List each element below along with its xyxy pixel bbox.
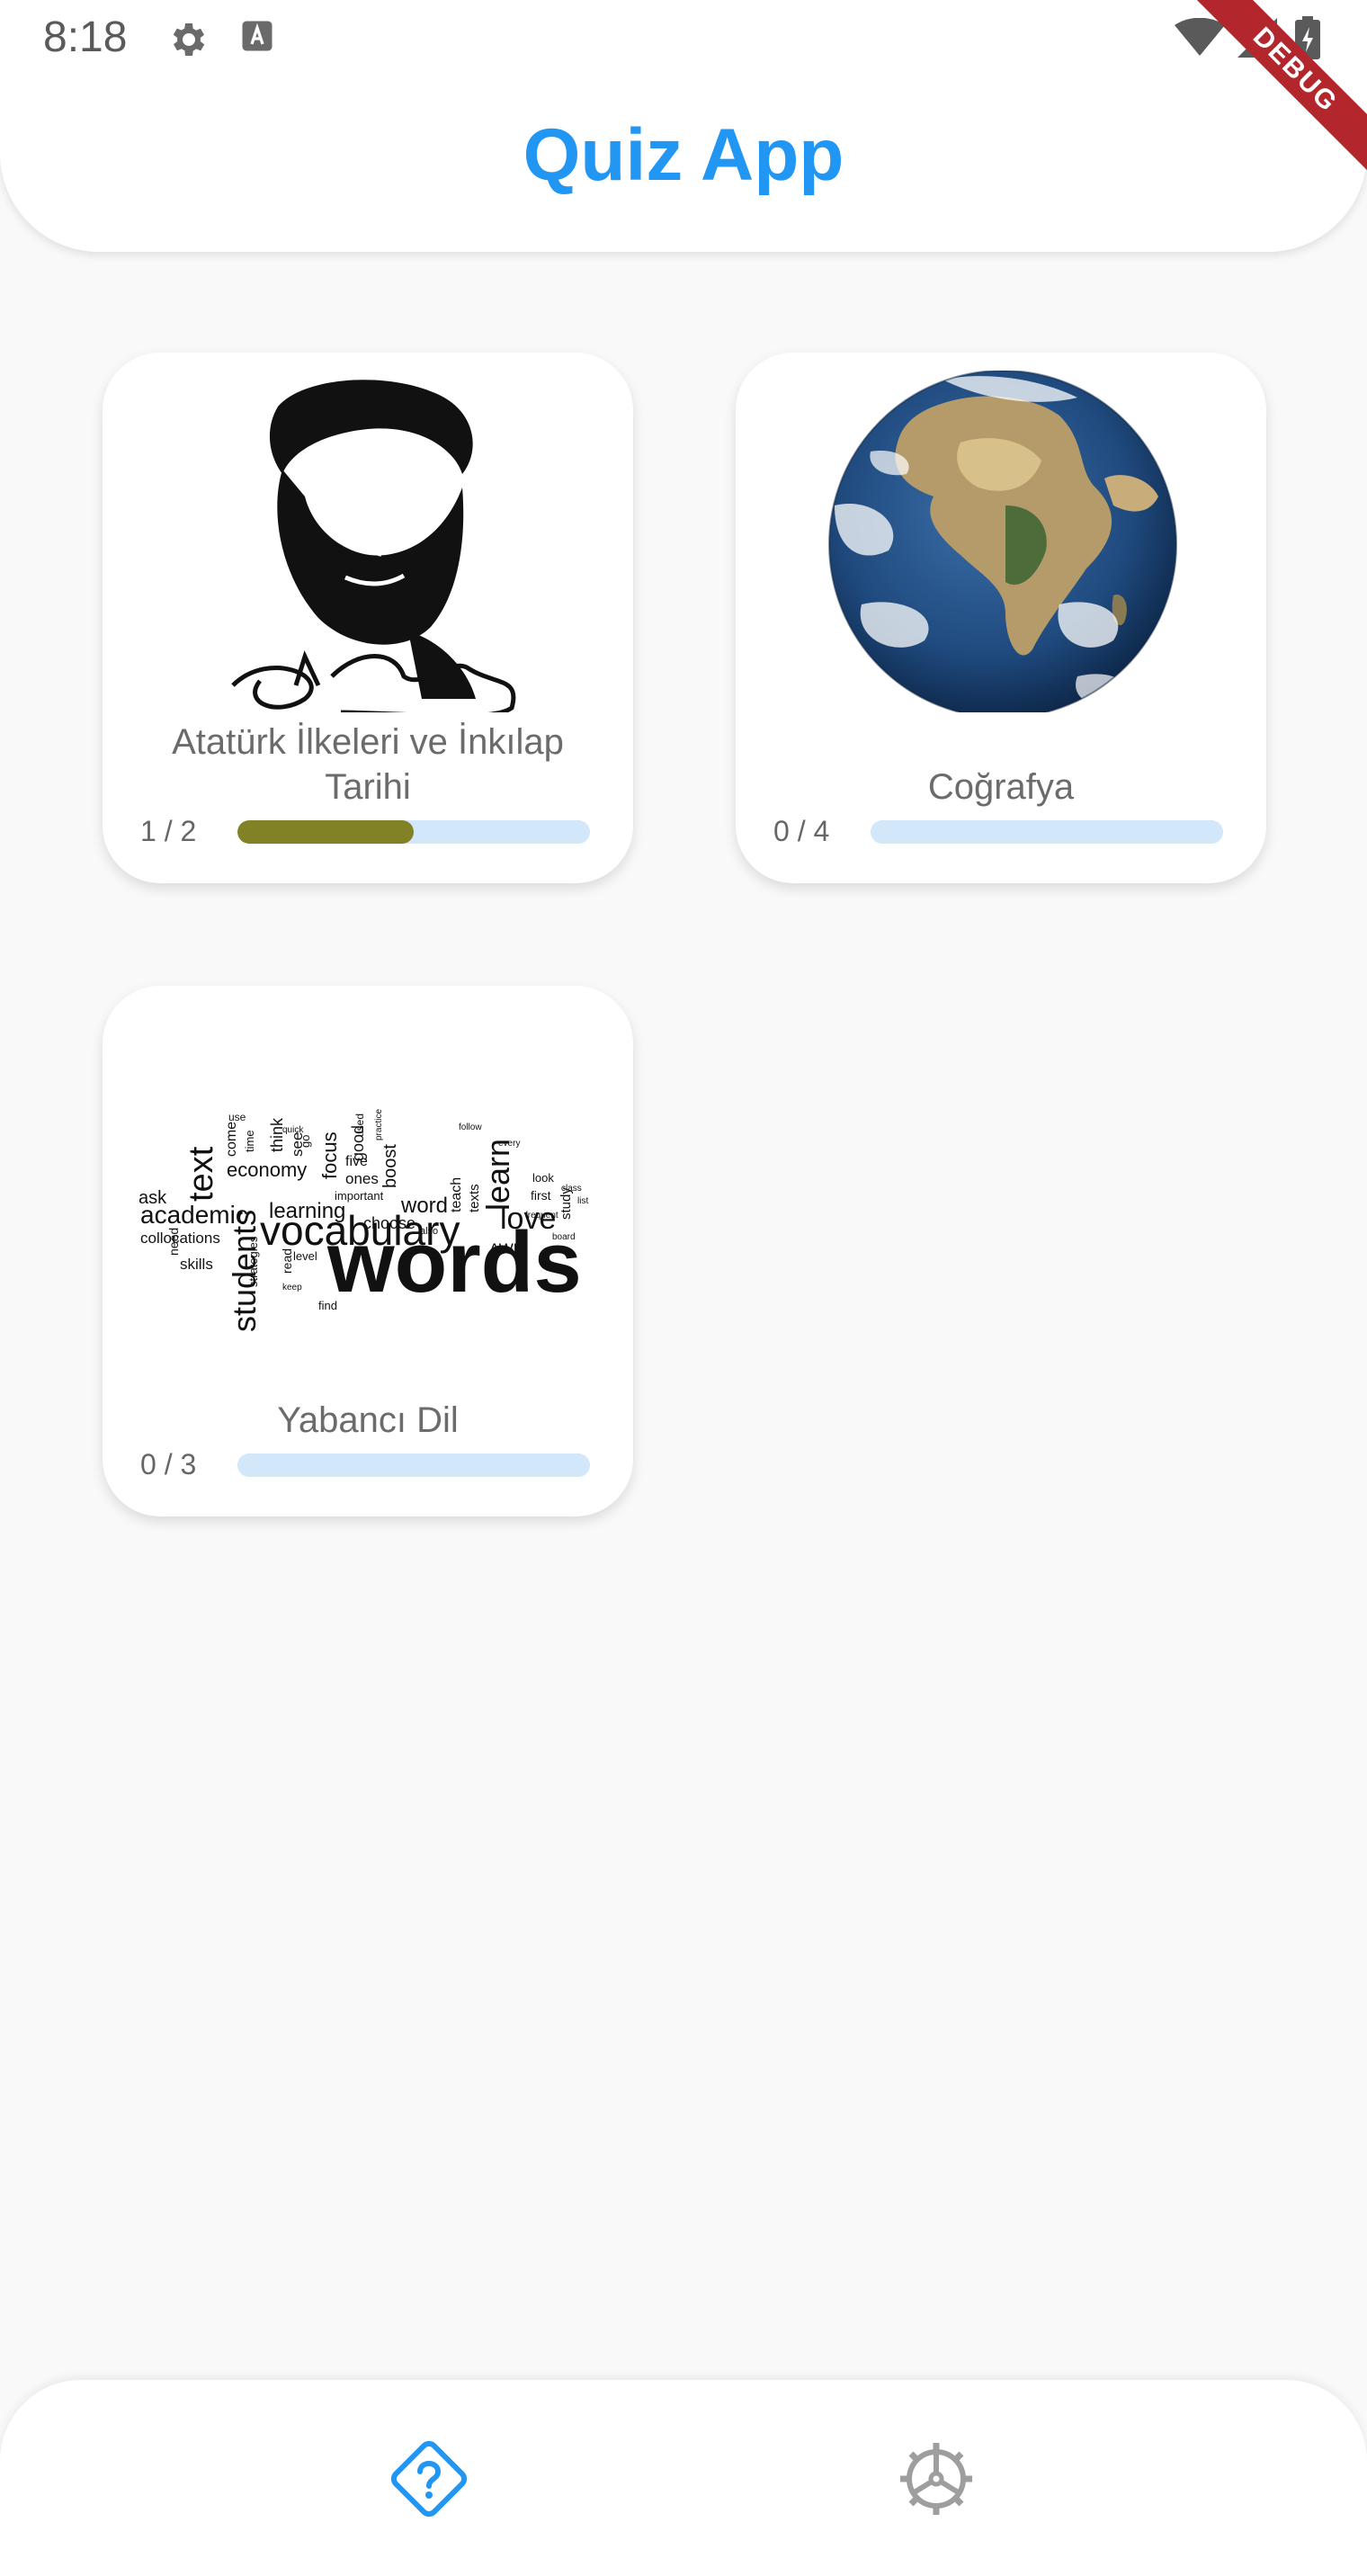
word-cloud-word: focus xyxy=(318,1131,341,1179)
category-card-cografya[interactable]: Coğrafya 0 / 4 xyxy=(736,353,1266,883)
text-a-icon xyxy=(242,21,273,51)
word-cloud-word: texts xyxy=(467,1184,482,1212)
gear-icon xyxy=(173,23,205,56)
word-cloud-word: text xyxy=(183,1146,220,1202)
word-cloud-word: find xyxy=(318,1299,337,1312)
settings-icon xyxy=(900,2443,972,2515)
word-cloud-word: first xyxy=(531,1188,551,1203)
word-cloud-word: quick xyxy=(282,1125,304,1135)
status-bar: 8:18 xyxy=(0,0,1367,76)
word-cloud-word: ones xyxy=(345,1170,379,1187)
word-cloud-word: skills xyxy=(180,1256,213,1273)
category-card-ataturk[interactable]: Atatürk İlkeleri ve İnkılap Tarihi 1 / 2 xyxy=(103,353,633,883)
word-cloud-word: time xyxy=(243,1130,256,1152)
quiz-icon xyxy=(390,2440,468,2518)
word-cloud-word: boost xyxy=(380,1144,400,1188)
word-cloud-word: economy xyxy=(227,1158,307,1181)
word-cloud-word: frequent xyxy=(525,1211,558,1221)
word-cloud-word: read xyxy=(280,1248,294,1274)
word-cloud-word: also xyxy=(420,1226,438,1237)
progress-count: 1 / 2 xyxy=(140,815,197,847)
category-title: Atatürk İlkeleri ve İnkılap Tarihi xyxy=(172,722,564,807)
status-time: 8:18 xyxy=(43,13,128,61)
progress-bar xyxy=(237,1453,590,1477)
category-title: Yabancı Dil xyxy=(277,1400,459,1440)
word-cloud-word: look xyxy=(532,1171,554,1185)
category-title: Coğrafya xyxy=(927,767,1075,807)
word-cloud-word: choose xyxy=(363,1214,415,1232)
word-cloud-word: learning xyxy=(269,1199,345,1223)
word-cloud-word: learn xyxy=(479,1139,516,1211)
word-cloud-word: go xyxy=(299,1135,312,1148)
word-cloud-word: board xyxy=(552,1232,576,1242)
progress-fill xyxy=(237,820,414,844)
word-cloud-word: keep xyxy=(282,1283,302,1292)
word-cloud-word: list xyxy=(577,1196,588,1206)
nav-quiz-button[interactable] xyxy=(384,2434,474,2524)
page-title: Quiz App xyxy=(523,114,844,196)
word-cloud-word: need xyxy=(166,1228,181,1256)
word-cloud-word: AWL xyxy=(489,1240,522,1257)
word-cloud-word: five xyxy=(345,1154,368,1169)
word-cloud-word: teach xyxy=(449,1177,464,1212)
progress-bar xyxy=(237,820,590,844)
word-cloud-word: class xyxy=(561,1184,582,1194)
progress-bar xyxy=(871,820,1223,844)
word-cloud-word: come xyxy=(224,1122,239,1157)
nav-settings-button[interactable] xyxy=(891,2434,981,2524)
wifi-icon xyxy=(1175,18,1225,56)
screen: 8:18 DEBUG Quiz App Atatürk İlkeleri ve … xyxy=(0,0,1367,2576)
word-cloud-word: practice xyxy=(374,1109,384,1140)
bottom-nav xyxy=(0,2380,1367,2576)
vocabulary-word-cloud-image: words vocabulary students academic text … xyxy=(138,1109,588,1332)
earth-globe-image xyxy=(828,371,1177,712)
progress-count: 0 / 3 xyxy=(140,1448,197,1480)
word-cloud-word: every xyxy=(498,1139,520,1149)
category-card-yabanci-dil[interactable]: words vocabulary students academic text … xyxy=(103,986,633,1516)
word-cloud-word: important xyxy=(335,1189,384,1203)
progress-count: 0 / 4 xyxy=(773,815,830,847)
ataturk-portrait-image xyxy=(231,380,516,712)
word-cloud-word: used xyxy=(353,1114,366,1137)
word-cloud-word: level xyxy=(293,1249,317,1263)
word-cloud-word: follow xyxy=(459,1123,482,1132)
word-cloud-word: ask xyxy=(138,1188,167,1208)
word-cloud-word: strategies xyxy=(246,1236,260,1287)
